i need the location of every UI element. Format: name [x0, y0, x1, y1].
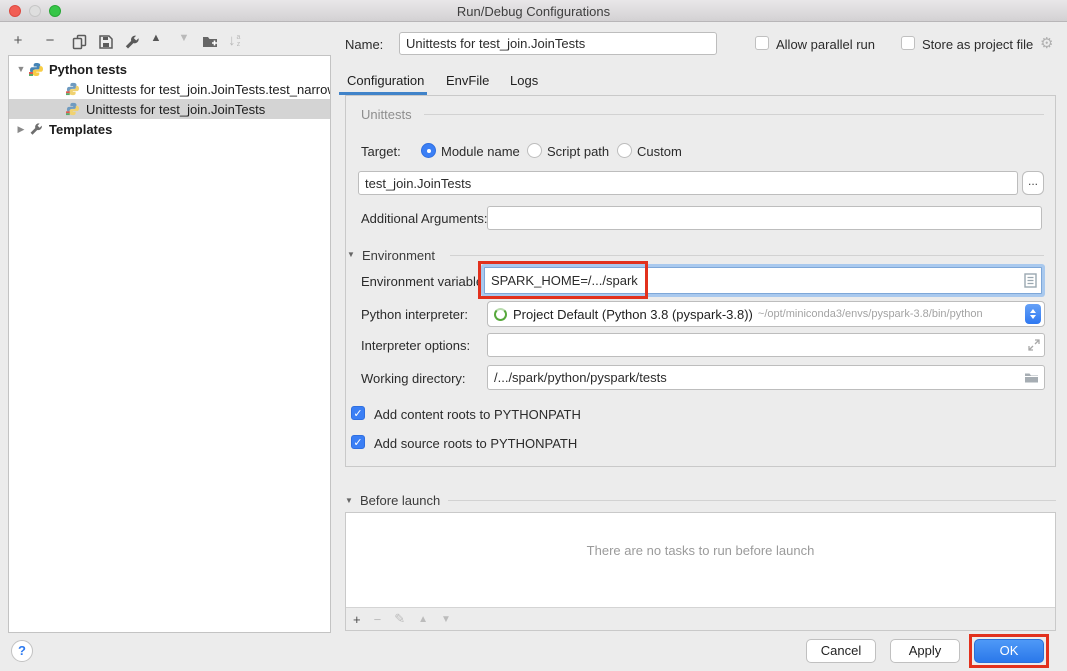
chevron-right-icon[interactable]: ▶: [15, 124, 27, 135]
remove-task-icon: −: [374, 612, 382, 627]
save-configuration-icon[interactable]: [98, 34, 114, 50]
tree-item-jointests-selected[interactable]: Unittests for test_join.JoinTests: [9, 99, 330, 119]
unittests-group-title: Unittests: [361, 107, 412, 122]
add-source-roots-checkbox[interactable]: ✓: [351, 435, 365, 449]
before-launch-empty-text: There are no tasks to run before launch: [346, 543, 1055, 558]
environment-collapse-icon[interactable]: ▼: [347, 250, 355, 259]
divider: [448, 500, 1056, 501]
ok-button[interactable]: OK: [974, 639, 1044, 663]
sort-configurations-icon: ↓ a z: [228, 32, 248, 49]
python-interpreter-path: ~/opt/miniconda3/envs/pyspark-3.8/bin/py…: [758, 308, 1021, 320]
add-source-roots-label[interactable]: Add source roots to PYTHONPATH: [374, 436, 577, 451]
title-bar: Run/Debug Configurations: [0, 0, 1067, 22]
tab-configuration[interactable]: Configuration: [347, 73, 424, 88]
browse-target-button[interactable]: ...: [1022, 171, 1044, 195]
help-button[interactable]: ?: [11, 640, 33, 662]
name-label: Name:: [345, 37, 383, 52]
environment-group-title[interactable]: Environment: [362, 248, 435, 263]
add-content-roots-label[interactable]: Add content roots to PYTHONPATH: [374, 407, 581, 422]
create-folder-icon[interactable]: [202, 34, 219, 49]
combo-stepper-icon[interactable]: [1025, 304, 1041, 324]
templates-wrench-icon: [29, 122, 44, 137]
working-directory-input[interactable]: [487, 365, 1045, 390]
environment-variables-input[interactable]: [484, 267, 1042, 294]
conda-env-icon: [494, 308, 507, 321]
python-tests-icon: [29, 62, 44, 77]
interpreter-options-input[interactable]: [487, 333, 1045, 357]
sort-letters: a z: [237, 34, 241, 48]
edit-task-icon: ✎: [394, 611, 405, 627]
before-launch-title[interactable]: Before launch: [360, 493, 440, 508]
python-interpreter-label: Python interpreter:: [361, 307, 468, 322]
divider: [424, 114, 1044, 115]
move-down-icon: ▼: [174, 32, 194, 44]
target-input[interactable]: [358, 171, 1018, 195]
target-script-path-radio[interactable]: [527, 143, 542, 158]
before-launch-tasks-panel: There are no tasks to run before launch …: [345, 512, 1056, 631]
cancel-button[interactable]: Cancel: [806, 639, 876, 663]
tree-group-templates[interactable]: ▶ Templates: [9, 119, 330, 139]
interpreter-options-label: Interpreter options:: [361, 338, 470, 353]
target-label: Target:: [361, 144, 401, 159]
browse-env-vars-icon[interactable]: [1024, 273, 1037, 288]
target-custom-radio[interactable]: [617, 143, 632, 158]
move-up-icon[interactable]: ▲: [146, 32, 166, 44]
working-directory-label: Working directory:: [361, 371, 466, 386]
divider: [450, 255, 1044, 256]
add-task-icon[interactable]: +: [353, 612, 361, 627]
browse-folder-icon[interactable]: [1024, 371, 1039, 384]
additional-arguments-label: Additional Arguments:: [361, 211, 487, 226]
chevron-down-icon[interactable]: ▼: [15, 64, 27, 74]
window-title: Run/Debug Configurations: [0, 4, 1067, 19]
tree-item-label[interactable]: Unittests for test_join.JoinTests: [86, 102, 265, 117]
configurations-tree: ▼ Python tests Unittests for test_join.J…: [8, 55, 331, 633]
add-content-roots-checkbox[interactable]: ✓: [351, 406, 365, 420]
target-script-path-label[interactable]: Script path: [547, 144, 609, 159]
store-as-project-file-label[interactable]: Store as project file: [922, 37, 1033, 52]
target-module-name-label[interactable]: Module name: [441, 144, 520, 159]
python-test-config-icon: [66, 102, 81, 117]
name-input[interactable]: [399, 32, 717, 55]
allow-parallel-run-label[interactable]: Allow parallel run: [776, 37, 875, 52]
tree-item-test-narrow[interactable]: Unittests for test_join.JoinTests.test_n…: [9, 79, 330, 99]
python-interpreter-select[interactable]: Project Default (Python 3.8 (pyspark-3.8…: [487, 301, 1045, 327]
copy-configuration-icon[interactable]: [72, 34, 88, 50]
expand-editor-icon[interactable]: [1028, 339, 1040, 351]
tree-item-label[interactable]: Unittests for test_join.JoinTests.test_n…: [86, 82, 330, 97]
move-task-down-icon: ▼: [441, 614, 451, 625]
target-module-name-radio[interactable]: [421, 143, 436, 158]
additional-arguments-input[interactable]: [487, 206, 1042, 230]
tree-group-label[interactable]: Templates: [49, 122, 112, 137]
store-options-gear-icon[interactable]: ⚙: [1040, 34, 1053, 52]
move-task-up-icon: ▲: [418, 614, 428, 625]
python-interpreter-value: Project Default (Python 3.8 (pyspark-3.8…: [513, 307, 753, 322]
sort-arrow-glyph: ↓: [228, 32, 236, 49]
python-test-config-icon: [66, 82, 81, 97]
edit-templates-wrench-icon[interactable]: [124, 34, 140, 50]
target-custom-label[interactable]: Custom: [637, 144, 682, 159]
remove-configuration-icon[interactable]: −: [40, 32, 60, 49]
tab-envfile[interactable]: EnvFile: [446, 73, 489, 88]
apply-button[interactable]: Apply: [890, 639, 960, 663]
tab-logs[interactable]: Logs: [510, 73, 538, 88]
add-configuration-icon[interactable]: +: [8, 32, 28, 49]
before-launch-collapse-icon[interactable]: ▼: [345, 496, 353, 505]
tree-group-label[interactable]: Python tests: [49, 62, 127, 77]
environment-variables-label: Environment variables:: [361, 274, 493, 289]
before-launch-toolbar: + − ✎ ▲ ▼: [346, 607, 1055, 630]
store-as-project-file-checkbox[interactable]: [901, 36, 915, 50]
tree-group-python-tests[interactable]: ▼ Python tests: [9, 59, 330, 79]
allow-parallel-run-checkbox[interactable]: [755, 36, 769, 50]
